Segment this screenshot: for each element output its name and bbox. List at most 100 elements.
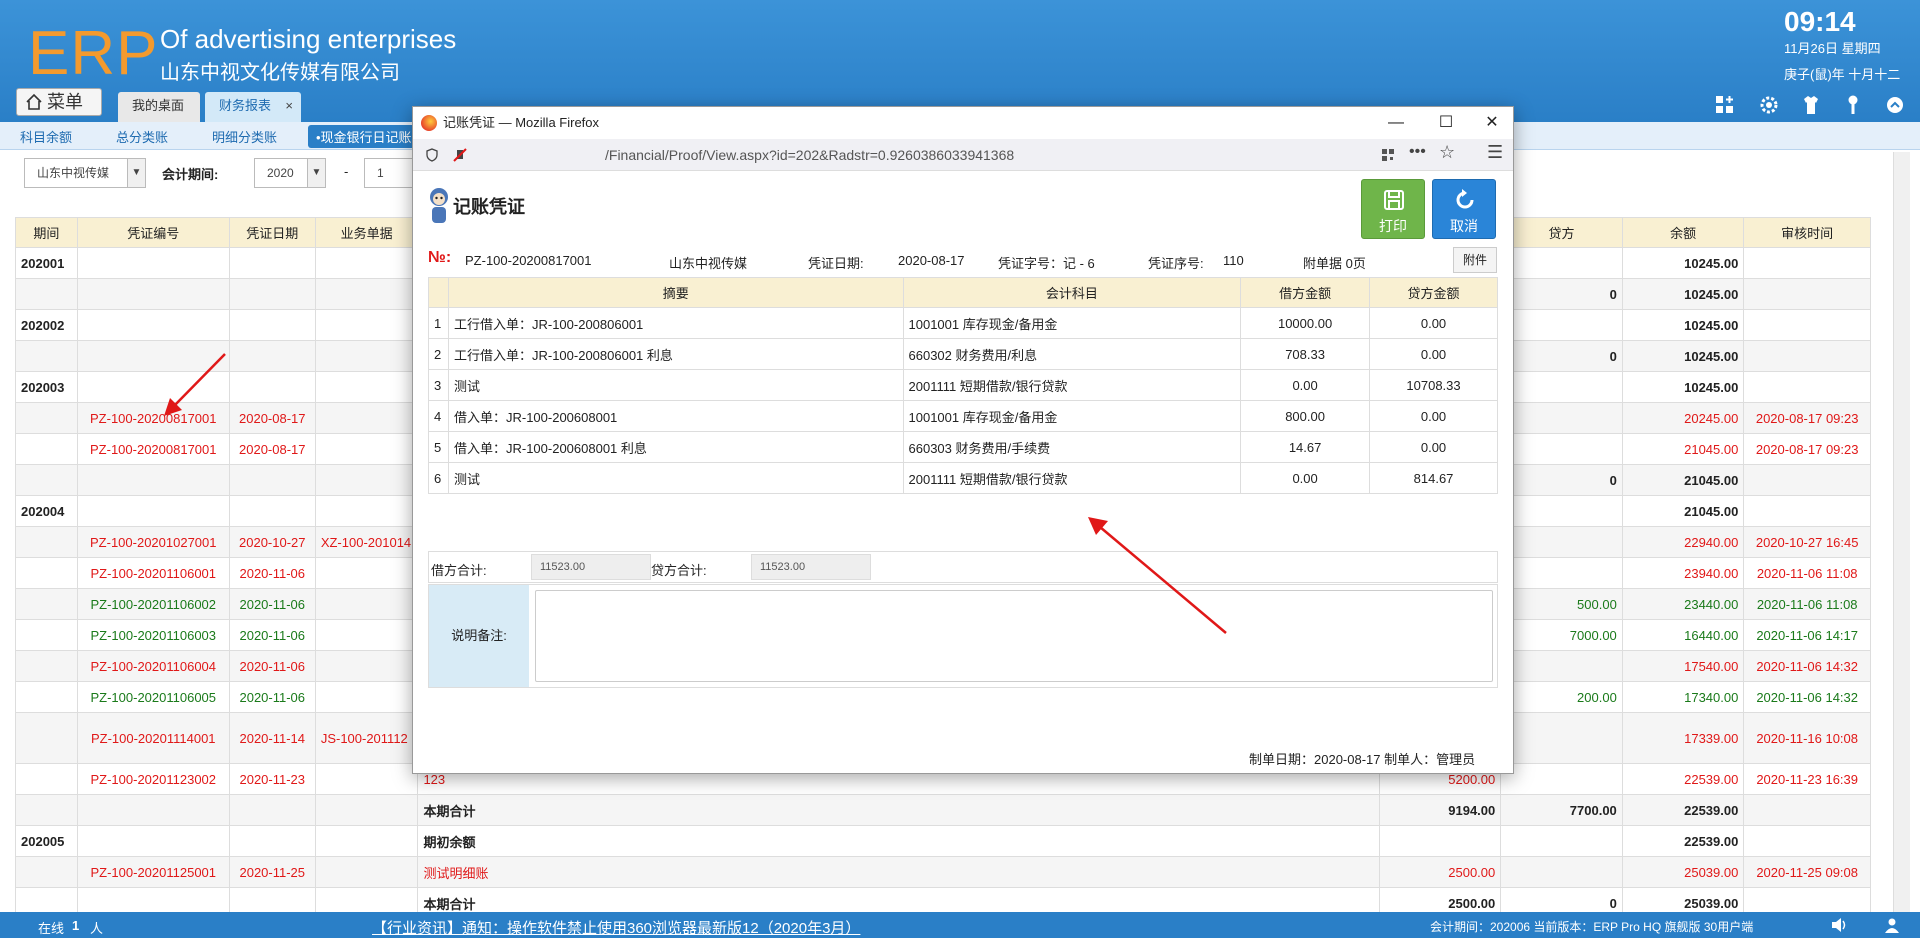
minimize-icon[interactable]: — [1373,107,1419,139]
table-row[interactable]: PZ-100-20201125001 2020-11-25 测试明细账 2500.00… [15,856,1871,888]
cell-period [15,763,78,795]
table-row[interactable]: 6 测试 2001111 短期借款/银行贷款 0.00 814.67 [428,462,1498,494]
table-row[interactable]: 4 借入单：JR-100-200608001 1001001 库存现金/备用金 800… [428,400,1498,432]
notice-link[interactable]: 【行业资讯】通知：操作软件禁止使用360浏览器最新版12（2020年3月） [372,917,860,938]
tab-label: 财务报表 [219,98,272,113]
credit-total-label: 贷方合计: [651,563,707,578]
menu-button[interactable]: 菜单 [16,88,102,116]
cell-credit [1500,557,1623,589]
key-icon[interactable] [1842,94,1864,116]
home-icon [26,93,42,110]
cell-no: PZ-100-20201106004 [76,650,230,682]
close-icon[interactable]: × [285,92,293,120]
cell-audit [1743,794,1871,826]
month-select-value: 1 [377,166,384,180]
qr-code-icon[interactable] [1381,148,1395,162]
cell-balance: 17339.00 [1621,712,1745,764]
month-select[interactable]: 1 [364,158,414,188]
cell-no [76,464,230,496]
cell-no [76,794,230,826]
col-header: 凭证日期 [228,217,316,248]
cell-period [15,402,78,434]
vertical-scrollbar[interactable] [1893,152,1910,912]
cell-no: PZ-100-20201106002 [76,588,230,620]
cell-date [228,825,316,857]
attachment-count: 附单据 0页 [1303,256,1366,271]
subnav-account-balance[interactable]: 科目余额 [20,127,72,146]
cancel-button[interactable]: 取消 [1432,179,1496,239]
cell-credit [1500,402,1623,434]
bookmark-star-icon[interactable]: ☆ [1439,142,1455,163]
company-select[interactable]: 山东中视传媒 ▼ [24,158,146,188]
cell-doc [314,464,419,496]
cell-date: 2020-11-14 [228,712,316,764]
cell-summary: 借入单：JR-100-200608001 [447,400,904,432]
cell-balance: 16440.00 [1621,619,1745,651]
cell-no: PZ-100-20201106005 [76,681,230,713]
shield-icon[interactable] [425,148,439,162]
tab-my-desktop[interactable]: 我的桌面 [118,92,200,122]
cell-no [76,247,230,279]
mic-blocked-icon[interactable] [453,148,467,162]
cell-audit [1743,340,1871,372]
apps-icon[interactable] [1714,94,1736,116]
gear-icon[interactable] [1758,94,1780,116]
col-header: 凭证编号 [76,217,230,248]
shirt-icon[interactable] [1800,94,1822,116]
subnav-cash-bank-journal[interactable]: •现金银行日记账 [308,125,420,148]
attachment-button[interactable]: 附件 [1453,247,1497,273]
cell-debit: 10000.00 [1240,307,1371,339]
cell-date [228,309,316,341]
tab-financial-report[interactable]: 财务报表 × [205,92,301,122]
cell-credit: 7700.00 [1500,794,1623,826]
collapse-up-icon[interactable] [1884,94,1906,116]
cell-doc [314,402,419,434]
cell-date: 2020-11-06 [228,650,316,682]
cell-balance: 21045.00 [1621,495,1745,527]
table-row[interactable]: 3 测试 2001111 短期借款/银行贷款 0.00 10708.33 [428,369,1498,401]
more-options-icon[interactable]: ••• [1409,143,1426,161]
period-dash: - [344,164,349,179]
clock-date: 11月26日 星期四 [1784,41,1881,56]
cell-period: 202003 [15,371,78,403]
cell-audit [1743,464,1871,496]
maximize-icon[interactable]: ☐ [1423,107,1469,139]
speaker-icon[interactable] [1830,917,1848,933]
hamburger-menu-icon[interactable]: ☰ [1487,142,1503,163]
remark-textarea[interactable] [535,590,1493,682]
table-row[interactable]: 202005 期初余额 22539.00 [15,825,1871,857]
cell-audit [1743,247,1871,279]
year-select[interactable]: 2020 ▼ [254,158,326,188]
cell-balance: 10245.00 [1621,340,1745,372]
close-icon[interactable]: ✕ [1469,107,1515,139]
url-text[interactable]: /Financial/Proof/View.aspx?id=202&Radstr… [605,147,1014,163]
cell-period [15,588,78,620]
cell-credit [1500,371,1623,403]
cell-credit: 0.00 [1369,400,1498,432]
col-header: 贷方 [1500,217,1623,248]
period-label: 会计期间: [162,167,219,182]
subnav-general-ledger[interactable]: 总分类账 [116,127,168,146]
user-icon[interactable] [1884,917,1900,933]
cell-doc: XZ-100-201014 [314,526,419,558]
table-row[interactable]: 1 工行借入单：JR-100-200806001 1001001 库存现金/备用金 1… [428,307,1498,339]
table-row[interactable]: 5 借入单：JR-100-200608001 利息 660303 财务费用/手续费 1… [428,431,1498,463]
print-button[interactable]: 打印 [1361,179,1425,239]
cell-balance: 10245.00 [1621,309,1745,341]
mascot-icon [430,188,448,223]
cell-credit: 7000.00 [1500,619,1623,651]
cell-date [228,794,316,826]
col-header: 借方金额 [1240,277,1371,308]
cell-no [76,825,230,857]
cell-summary: 期初余额 [417,825,1380,857]
table-row[interactable]: 本期合计 9194.00 7700.00 22539.00 [15,794,1871,826]
cell-doc [314,371,419,403]
cell-summary: 测试 [447,462,904,494]
cell-audit: 2020-11-06 14:32 [1743,650,1871,682]
voucher-title: 记账凭证 [453,197,525,217]
url-bar[interactable]: /Financial/Proof/View.aspx?id=202&Radstr… [413,139,1513,171]
subnav-detail-ledger[interactable]: 明细分类账 [212,127,277,146]
table-row[interactable]: 2 工行借入单：JR-100-200806001 利息 660302 财务费用/利息… [428,338,1498,370]
remark-section: 说明备注: [428,584,1498,688]
refresh-icon [1456,189,1474,209]
